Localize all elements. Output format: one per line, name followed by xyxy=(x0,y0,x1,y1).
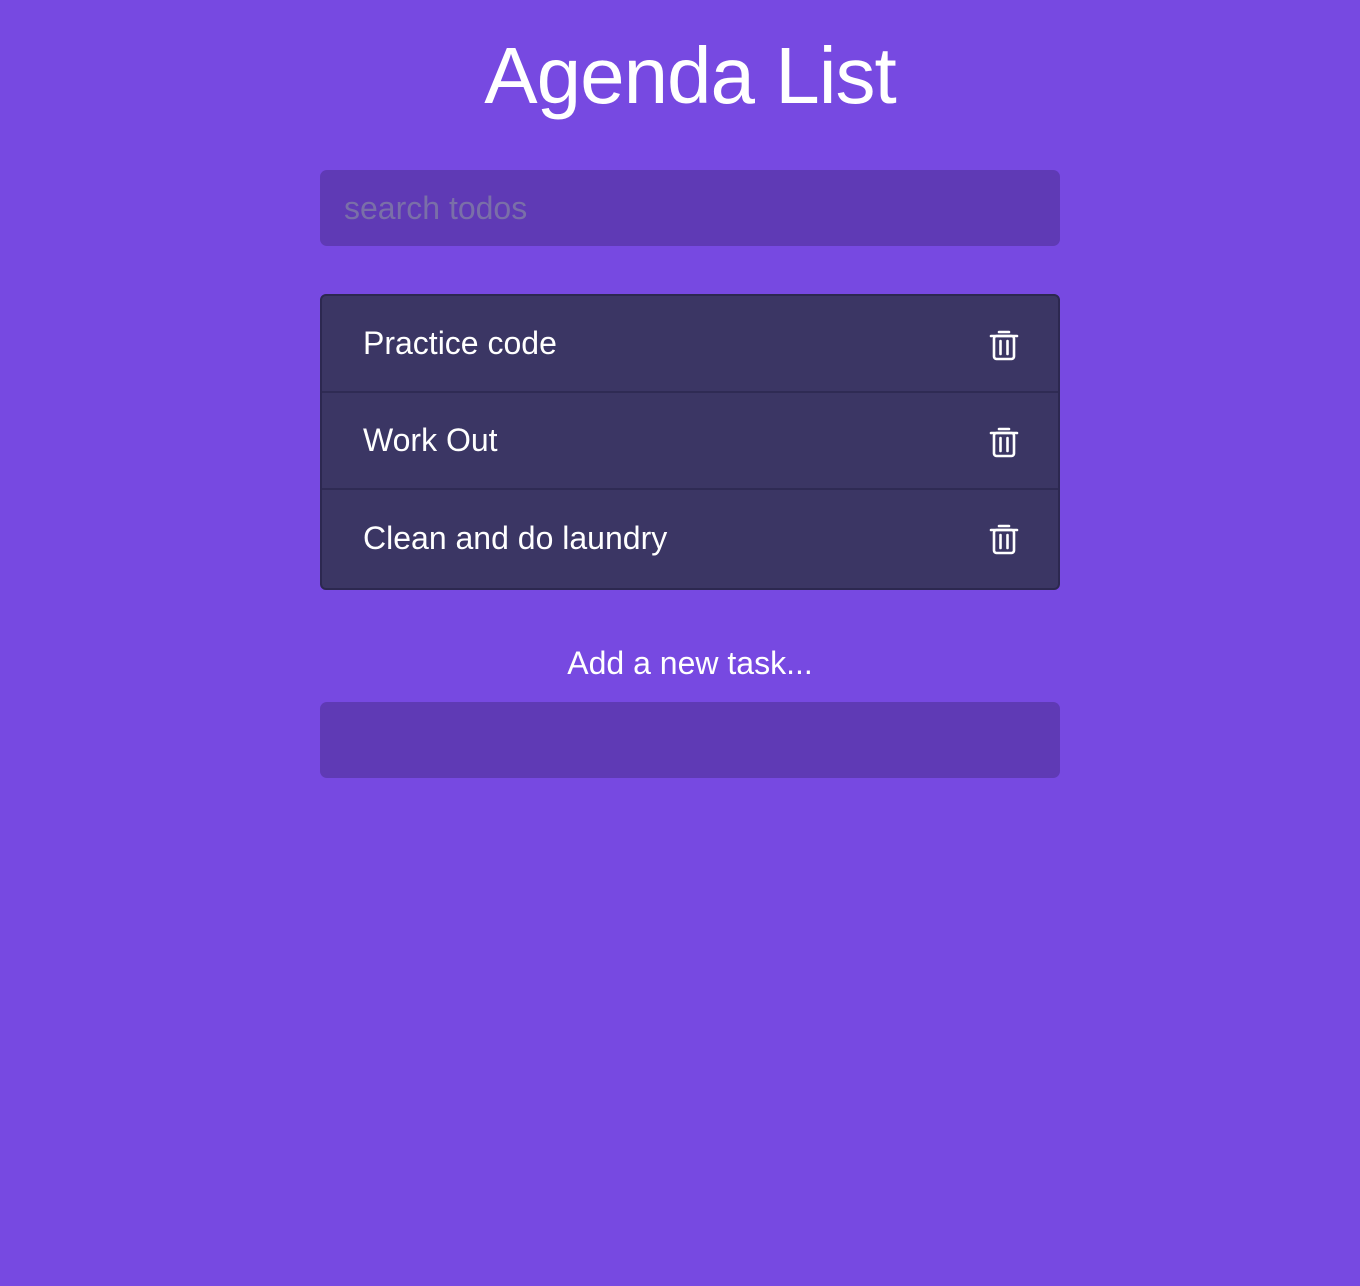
todo-label: Work Out xyxy=(363,422,498,458)
search-form xyxy=(320,170,1060,246)
trash-icon[interactable] xyxy=(987,425,1021,459)
todo-list: Practice code Work Out Clean and do laun… xyxy=(320,294,1060,590)
list-item: Clean and do laundry xyxy=(322,490,1058,586)
todo-label: Clean and do laundry xyxy=(363,519,668,556)
trash-icon[interactable] xyxy=(987,328,1021,362)
add-task-form xyxy=(320,702,1060,778)
list-item: Practice code xyxy=(322,296,1058,393)
trash-icon[interactable] xyxy=(987,522,1021,556)
todo-label: Practice code xyxy=(363,325,557,361)
add-task-label: Add a new task... xyxy=(567,645,813,681)
add-task-input[interactable] xyxy=(320,702,1060,778)
page-title: Agenda List xyxy=(484,31,897,120)
list-item: Work Out xyxy=(322,393,1058,490)
search-input[interactable] xyxy=(320,170,1060,246)
